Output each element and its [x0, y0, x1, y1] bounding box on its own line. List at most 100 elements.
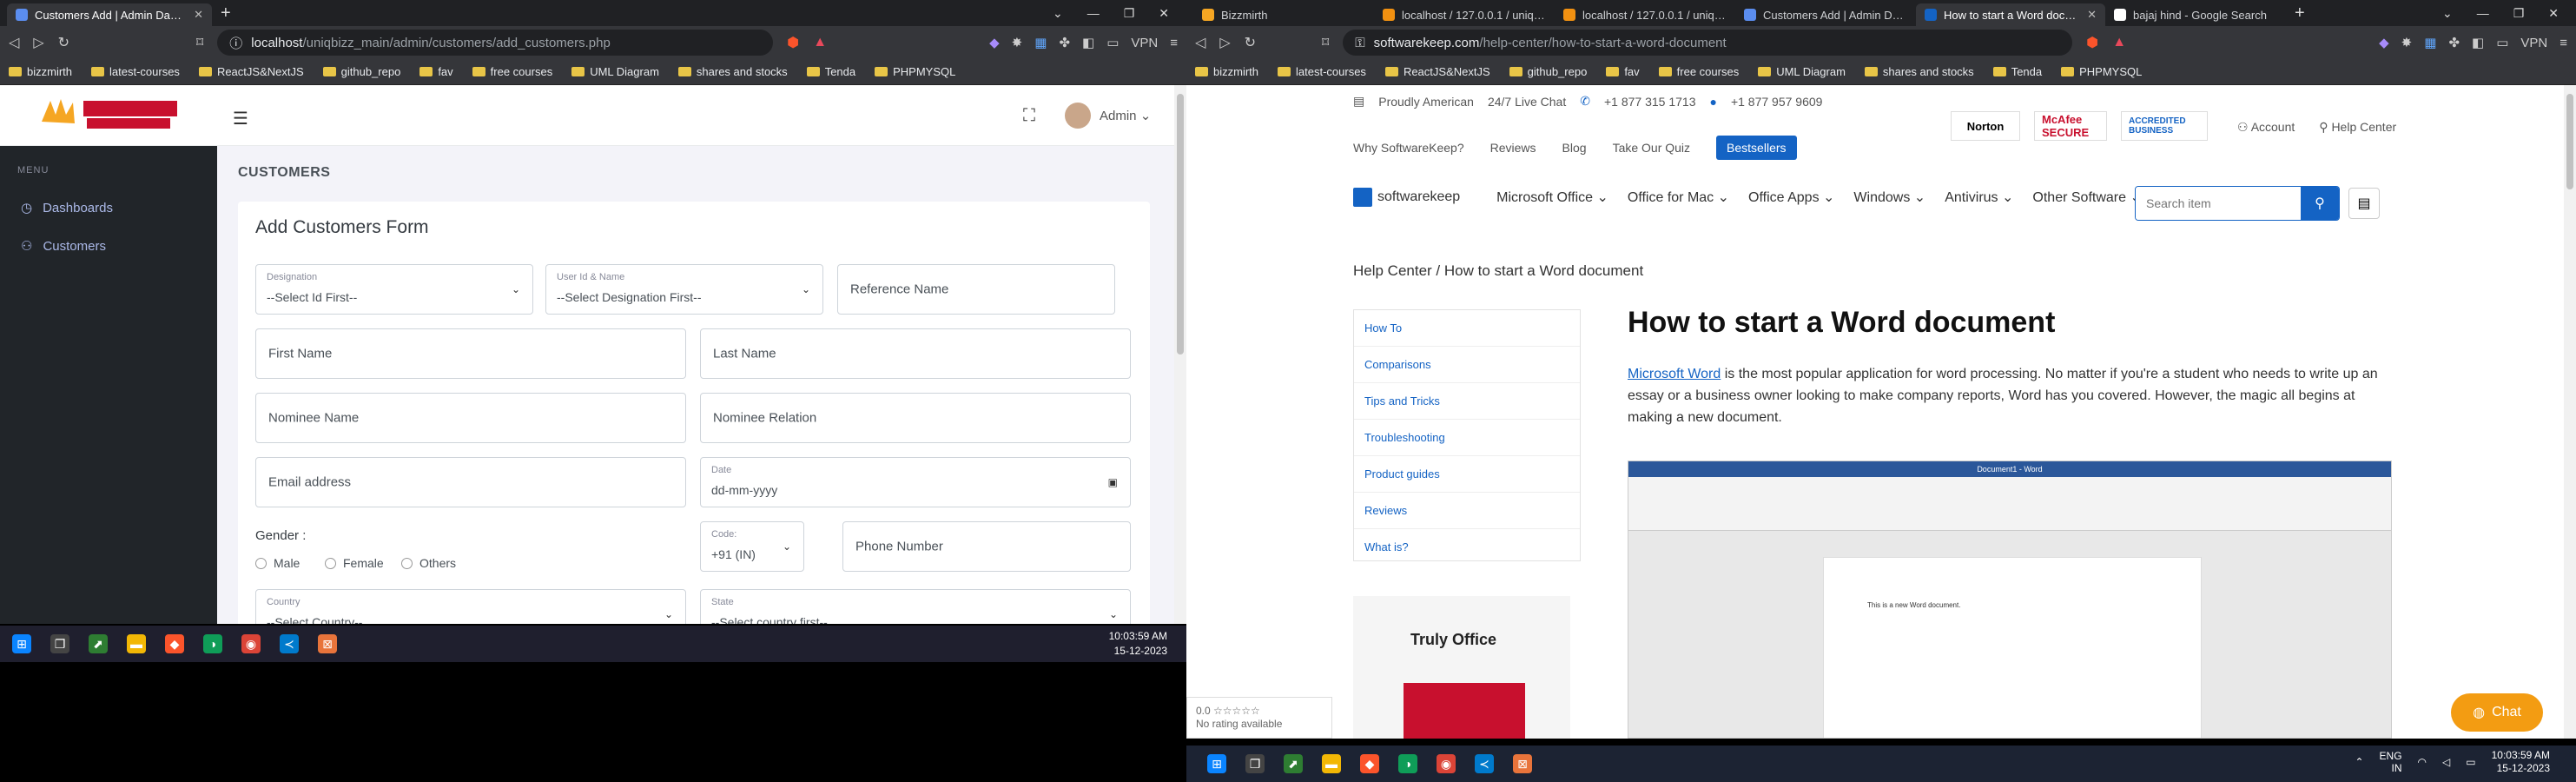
brave-icon[interactable]: ◆	[165, 634, 184, 653]
bookmark-item[interactable]: github_repo	[1509, 65, 1587, 78]
windows-start-icon[interactable]: ⊞	[1207, 754, 1226, 773]
side-menu-what-is[interactable]: What is?	[1354, 529, 1580, 566]
phone-link[interactable]: +1 877 315 1713	[1604, 95, 1696, 109]
email-field[interactable]: Email address	[255, 457, 686, 507]
nominee-relation-field[interactable]: Nominee Relation	[700, 393, 1131, 443]
bestsellers-button[interactable]: Bestsellers	[1716, 136, 1797, 160]
reload-icon[interactable]: ↻	[1245, 34, 1256, 51]
gender-radio-male[interactable]: Male	[255, 556, 300, 570]
bookmark-item[interactable]: Tenda	[806, 65, 855, 78]
side-menu-product-guides[interactable]: Product guides	[1354, 456, 1580, 493]
url-field[interactable]: ⚿ softwarekeep.com/help-center/how-to-st…	[1343, 30, 2073, 56]
bookmark-item[interactable]: latest-courses	[91, 65, 180, 78]
side-menu-tips[interactable]: Tips and Tricks	[1354, 383, 1580, 420]
bookmark-item[interactable]: bizzmirth	[9, 65, 72, 78]
bookmark-item[interactable]: fav	[419, 65, 453, 78]
bookmark-item[interactable]: UML Diagram	[571, 65, 659, 78]
battery-icon[interactable]: ▭	[2466, 755, 2475, 770]
minimize-icon[interactable]: —	[1087, 6, 1100, 20]
task-view-icon[interactable]: ❐	[1245, 754, 1265, 773]
vpn-button[interactable]: VPN	[1131, 36, 1158, 50]
sidebar-icon[interactable]: ◧	[2472, 35, 2484, 50]
phone-number-field[interactable]: Phone Number	[842, 521, 1131, 572]
close-icon[interactable]: ✕	[187, 8, 203, 22]
volume-icon[interactable]: ◁	[2442, 755, 2450, 770]
country-select[interactable]: Country --Select Country-- ⌄	[255, 589, 686, 624]
tab-phpmyadmin-1[interactable]: localhost / 127.0.0.1 / uniqbizz	[1374, 3, 1555, 26]
close-window-icon[interactable]: ✕	[2548, 6, 2559, 21]
reload-icon[interactable]: ↻	[58, 34, 69, 51]
gender-radio-female[interactable]: Female	[325, 556, 384, 570]
bookmark-item[interactable]: fav	[1606, 65, 1640, 78]
new-tab-icon[interactable]: +	[221, 3, 231, 23]
truly-office-promo[interactable]: Truly Office	[1353, 596, 1570, 739]
menu-icon[interactable]: ≡	[2559, 36, 2567, 50]
bookmark-icon[interactable]: ⌑	[1322, 34, 1329, 51]
calendar-icon[interactable]: ▣	[1108, 476, 1118, 488]
clock[interactable]: 10:03:59 AM 15-12-2023	[1109, 629, 1167, 659]
bookmark-item[interactable]: Tenda	[1992, 65, 2042, 78]
wifi-icon[interactable]: ◠	[2418, 755, 2427, 770]
file-explorer-icon[interactable]: ▬	[127, 634, 146, 653]
tab-google-search[interactable]: bajaj hind - Google Search	[2105, 3, 2286, 26]
brave-icon[interactable]: ◆	[1360, 754, 1379, 773]
bookmark-item[interactable]: ReactJS&NextJS	[1384, 65, 1490, 78]
menu-icon[interactable]: ≡	[1170, 36, 1178, 50]
side-menu-how-to[interactable]: How To	[1354, 310, 1580, 347]
bookmark-item[interactable]: PHPMYSQL	[875, 65, 955, 78]
nav-microsoft-office[interactable]: Microsoft Office ⌄	[1496, 189, 1608, 206]
minimize-icon[interactable]: —	[2477, 6, 2489, 20]
designation-select[interactable]: Designation --Select Id First-- ⌄	[255, 264, 533, 315]
page-scrollbar[interactable]	[1174, 85, 1186, 624]
task-view-icon[interactable]: ❐	[50, 634, 69, 653]
tab-customers-add[interactable]: Customers Add | Admin Dashboard ✕	[7, 3, 212, 26]
brave-rewards-icon[interactable]: ▲	[2112, 35, 2126, 50]
close-window-icon[interactable]: ✕	[1159, 6, 1169, 21]
rating-widget[interactable]: 0.0 ☆☆☆☆☆ No rating available	[1186, 697, 1332, 739]
edge-icon[interactable]: ◑	[1398, 754, 1417, 773]
gender-radio-others[interactable]: Others	[401, 556, 456, 570]
chrome-icon[interactable]: ◉	[241, 634, 261, 653]
bookmark-item[interactable]: ReactJS&NextJS	[198, 65, 304, 78]
new-tab-icon[interactable]: +	[2295, 3, 2305, 23]
help-center-link[interactable]: ⚲ Help Center	[2319, 120, 2396, 135]
bookmark-item[interactable]: latest-courses	[1278, 65, 1366, 78]
reviews-link[interactable]: Reviews	[1490, 141, 1536, 155]
tab-word-document[interactable]: How to start a Word docume ✕	[1916, 3, 2105, 26]
chevron-down-icon[interactable]: ⌄	[1053, 6, 1063, 21]
vscode-icon[interactable]: ≺	[280, 634, 299, 653]
nav-windows[interactable]: Windows ⌄	[1853, 189, 1925, 206]
settings-icon[interactable]: ✸	[2401, 35, 2413, 50]
url-field[interactable]: ⓘ localhost/uniqbizz_main/admin/customer…	[217, 30, 774, 56]
page-scrollbar[interactable]	[2564, 85, 2576, 739]
close-icon[interactable]: ✕	[2080, 8, 2097, 22]
quiz-link[interactable]: Take Our Quiz	[1613, 141, 1690, 155]
brave-shield-icon[interactable]: ⬢	[2086, 34, 2098, 51]
phone-link[interactable]: +1 877 957 9609	[1731, 95, 1823, 109]
file-explorer-icon[interactable]: ▬	[1322, 754, 1341, 773]
nominee-name-field[interactable]: Nominee Name	[255, 393, 686, 443]
user-id-select[interactable]: User Id & Name --Select Designation Firs…	[545, 264, 823, 315]
chat-button[interactable]: ◍ Chat	[2451, 693, 2543, 732]
hamburger-menu-icon[interactable]: ☰	[233, 108, 248, 129]
search-button[interactable]: ⚲	[2301, 187, 2339, 220]
bookmark-item[interactable]: shares and stocks	[677, 65, 788, 78]
nav-office-apps[interactable]: Office Apps ⌄	[1748, 189, 1834, 206]
back-icon[interactable]: ◁	[1195, 34, 1205, 51]
search-input[interactable]	[2136, 187, 2301, 220]
softwarekeep-logo[interactable]: softwarekeep	[1353, 188, 1460, 207]
avatar[interactable]	[1065, 103, 1091, 129]
puzzle-icon[interactable]: ✤	[1059, 35, 1070, 50]
bookmark-icon[interactable]: ⌑	[196, 34, 203, 51]
user-menu[interactable]: Admin ⌄	[1100, 108, 1151, 123]
fullscreen-icon[interactable]: ⛶	[1023, 106, 1035, 126]
clock[interactable]: 10:03:59 AM 15-12-2023	[2492, 749, 2550, 775]
side-menu-reviews[interactable]: Reviews	[1354, 493, 1580, 529]
bookmark-item[interactable]: github_repo	[322, 65, 400, 78]
vpn-button[interactable]: VPN	[2520, 36, 2547, 50]
extension-icon[interactable]: ◆	[989, 35, 1000, 50]
bookmark-item[interactable]: shares and stocks	[1864, 65, 1974, 78]
bookmark-item[interactable]: bizzmirth	[1195, 65, 1258, 78]
restore-icon[interactable]: ❐	[1124, 6, 1135, 21]
brave-shield-icon[interactable]: ⬢	[787, 34, 799, 51]
